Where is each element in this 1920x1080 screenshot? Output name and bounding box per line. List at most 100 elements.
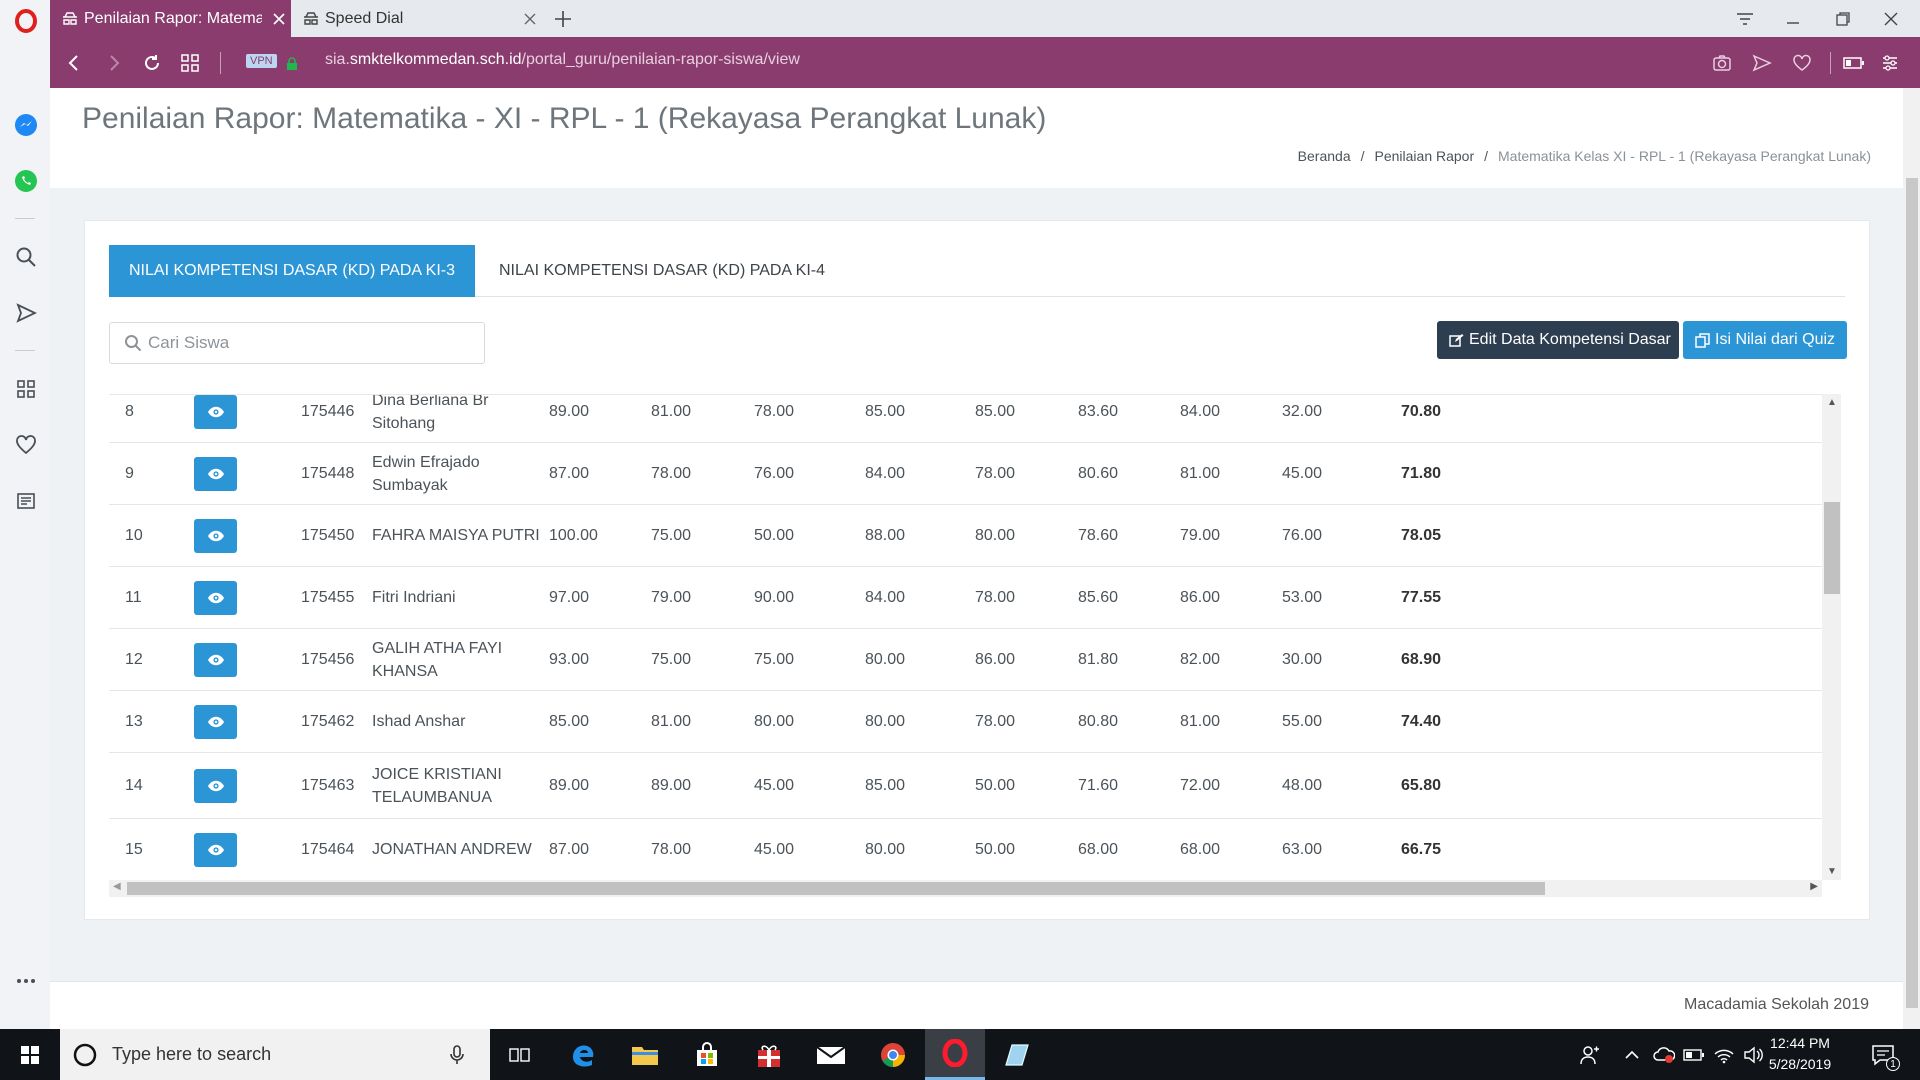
table-row: 11 175455 Fitri Indriani 97.00 79.00 90.00 84.… bbox=[109, 567, 1822, 629]
opera-sidebar bbox=[0, 0, 50, 1029]
vpn-badge[interactable]: VPN bbox=[246, 54, 277, 68]
edit-competency-button[interactable]: Edit Data Kompetensi Dasar bbox=[1437, 321, 1679, 359]
view-student-button[interactable] bbox=[194, 705, 237, 739]
tab-menu-icon[interactable] bbox=[1728, 5, 1762, 33]
browser-tab-speed-dial[interactable]: Speed Dial bbox=[291, 0, 546, 37]
search-icon[interactable] bbox=[13, 244, 39, 270]
url-field[interactable]: sia.smktelkommedan.sch.id/portal_guru/pe… bbox=[325, 51, 800, 69]
bookmark-heart-icon[interactable] bbox=[1788, 49, 1816, 77]
opera-logo-icon[interactable] bbox=[13, 8, 39, 34]
page-scroll-thumb[interactable] bbox=[1906, 178, 1918, 1008]
task-view-icon[interactable] bbox=[490, 1029, 550, 1080]
score-cell: 78.00 bbox=[651, 840, 692, 858]
forward-icon[interactable] bbox=[100, 49, 128, 77]
score-cell: 85.00 bbox=[865, 402, 906, 420]
fill-from-quiz-button[interactable]: Isi Nilai dari Quiz bbox=[1683, 321, 1847, 359]
onedrive-error-icon[interactable] bbox=[1652, 1043, 1676, 1067]
speed-dial-icon[interactable] bbox=[13, 376, 39, 402]
easy-setup-icon[interactable] bbox=[1876, 49, 1904, 77]
taskbar-search-input[interactable] bbox=[112, 1044, 442, 1065]
breadcrumb-separator: / bbox=[1360, 148, 1365, 164]
row-number: 10 bbox=[125, 526, 143, 544]
competency-tabs: NILAI KOMPETENSI DASAR (KD) PADA KI-3 NI… bbox=[109, 245, 1845, 297]
close-tab-icon[interactable] bbox=[523, 12, 537, 26]
heart-icon[interactable] bbox=[13, 432, 39, 458]
show-hidden-icons-icon[interactable] bbox=[1620, 1043, 1644, 1067]
speed-dial-icon[interactable] bbox=[176, 49, 204, 77]
score-cell: 89.00 bbox=[549, 776, 590, 794]
battery-saver-icon[interactable] bbox=[1840, 49, 1868, 77]
score-cell: 45.00 bbox=[754, 840, 795, 858]
whatsapp-icon[interactable] bbox=[13, 168, 39, 194]
scroll-left-arrow[interactable]: ◀ bbox=[113, 881, 121, 892]
view-student-button[interactable] bbox=[194, 643, 237, 677]
table-row: 14 175463 JOICE KRISTIANI TELAUMBANUA 89.00… bbox=[109, 753, 1822, 819]
chrome-icon[interactable] bbox=[863, 1029, 923, 1080]
score-cell: 80.60 bbox=[1078, 464, 1119, 482]
table-horizontal-scrollbar[interactable]: ◀ ▶ bbox=[109, 880, 1822, 897]
close-tab-icon[interactable] bbox=[272, 12, 286, 26]
tab-ki3[interactable]: NILAI KOMPETENSI DASAR (KD) PADA KI-3 bbox=[109, 245, 475, 297]
reload-icon[interactable] bbox=[138, 49, 166, 77]
vertical-scroll-thumb[interactable] bbox=[1824, 502, 1840, 594]
table-vertical-scrollbar[interactable]: ▲ ▼ bbox=[1822, 394, 1841, 880]
page-scrollbar[interactable] bbox=[1903, 88, 1920, 1029]
microphone-icon[interactable] bbox=[450, 1044, 464, 1065]
notes-app-icon[interactable] bbox=[987, 1029, 1047, 1080]
tab-ki4[interactable]: NILAI KOMPETENSI DASAR (KD) PADA KI-4 bbox=[479, 245, 845, 297]
search-icon bbox=[124, 334, 142, 352]
view-student-button[interactable] bbox=[194, 457, 237, 491]
microsoft-store-icon[interactable] bbox=[677, 1029, 737, 1080]
view-student-button[interactable] bbox=[194, 833, 237, 867]
close-window-icon[interactable] bbox=[1874, 5, 1908, 33]
file-explorer-icon[interactable] bbox=[615, 1029, 675, 1080]
student-name: FAHRA MAISYA PUTRI bbox=[372, 527, 540, 544]
final-score: 70.80 bbox=[1401, 402, 1442, 420]
secure-lock-icon[interactable] bbox=[286, 57, 298, 71]
score-cell: 82.00 bbox=[1180, 650, 1221, 668]
new-tab-icon[interactable] bbox=[546, 5, 580, 33]
taskbar-search[interactable] bbox=[60, 1029, 490, 1080]
page-content: Penilaian Rapor: Matematika - XI - RPL -… bbox=[50, 88, 1903, 1029]
fill-from-quiz-label: Isi Nilai dari Quiz bbox=[1715, 331, 1836, 348]
snapshot-icon[interactable] bbox=[1708, 49, 1736, 77]
row-number: 11 bbox=[125, 588, 142, 606]
restore-icon[interactable] bbox=[1826, 5, 1860, 33]
table-row: 15 175464 JONATHAN ANDREW 87.00 78.00 45.00 80… bbox=[109, 819, 1822, 880]
scroll-up-arrow[interactable]: ▲ bbox=[1827, 397, 1837, 408]
news-icon[interactable] bbox=[13, 488, 39, 514]
view-student-button[interactable] bbox=[194, 395, 237, 429]
mail-icon[interactable] bbox=[801, 1029, 861, 1080]
windows-start-icon[interactable] bbox=[0, 1029, 60, 1080]
messenger-icon[interactable] bbox=[13, 112, 39, 138]
send-to-flow-icon[interactable] bbox=[1748, 49, 1776, 77]
view-student-button[interactable] bbox=[194, 581, 237, 615]
browser-tab-penilaian[interactable]: Penilaian Rapor: Matematik bbox=[50, 0, 291, 37]
search-input[interactable] bbox=[148, 333, 468, 353]
wifi-icon[interactable] bbox=[1712, 1043, 1736, 1067]
edge-browser-icon[interactable] bbox=[553, 1029, 613, 1080]
final-score: 78.05 bbox=[1401, 526, 1442, 544]
view-student-button[interactable] bbox=[194, 519, 237, 553]
people-icon[interactable] bbox=[1578, 1043, 1602, 1067]
action-center-icon[interactable]: 1 bbox=[1868, 1043, 1900, 1071]
send-icon[interactable] bbox=[13, 300, 39, 326]
gift-app-icon[interactable] bbox=[739, 1029, 799, 1080]
scroll-down-arrow[interactable]: ▼ bbox=[1827, 866, 1837, 877]
eye-icon bbox=[207, 406, 225, 418]
score-cell: 90.00 bbox=[754, 588, 795, 606]
system-clock[interactable]: 12:44 PM 5/28/2019 bbox=[1760, 1033, 1840, 1075]
breadcrumb-section-link[interactable]: Penilaian Rapor bbox=[1375, 148, 1475, 164]
minimize-icon[interactable] bbox=[1776, 5, 1810, 33]
more-options-icon[interactable] bbox=[13, 968, 39, 994]
eye-icon bbox=[207, 844, 225, 856]
opera-taskbar-icon[interactable] bbox=[925, 1029, 985, 1080]
horizontal-scroll-thumb[interactable] bbox=[127, 882, 1545, 895]
battery-icon[interactable] bbox=[1682, 1043, 1706, 1067]
back-icon[interactable] bbox=[60, 49, 88, 77]
final-score: 66.75 bbox=[1401, 840, 1442, 858]
view-student-button[interactable] bbox=[194, 769, 237, 803]
score-cell: 89.00 bbox=[549, 402, 590, 420]
breadcrumb-home-link[interactable]: Beranda bbox=[1298, 148, 1351, 164]
scroll-right-arrow[interactable]: ▶ bbox=[1810, 881, 1818, 892]
